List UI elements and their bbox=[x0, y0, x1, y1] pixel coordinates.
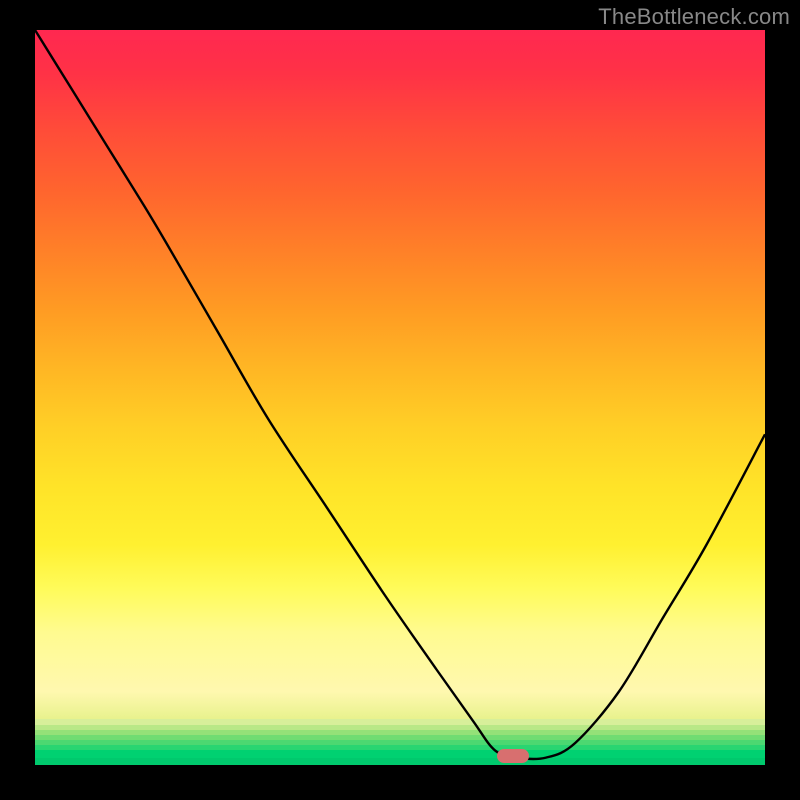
optimum-marker bbox=[497, 749, 529, 763]
watermark-text: TheBottleneck.com bbox=[598, 4, 790, 30]
plot-area bbox=[35, 30, 765, 765]
bottleneck-curve bbox=[35, 30, 765, 765]
chart-frame: TheBottleneck.com bbox=[0, 0, 800, 800]
